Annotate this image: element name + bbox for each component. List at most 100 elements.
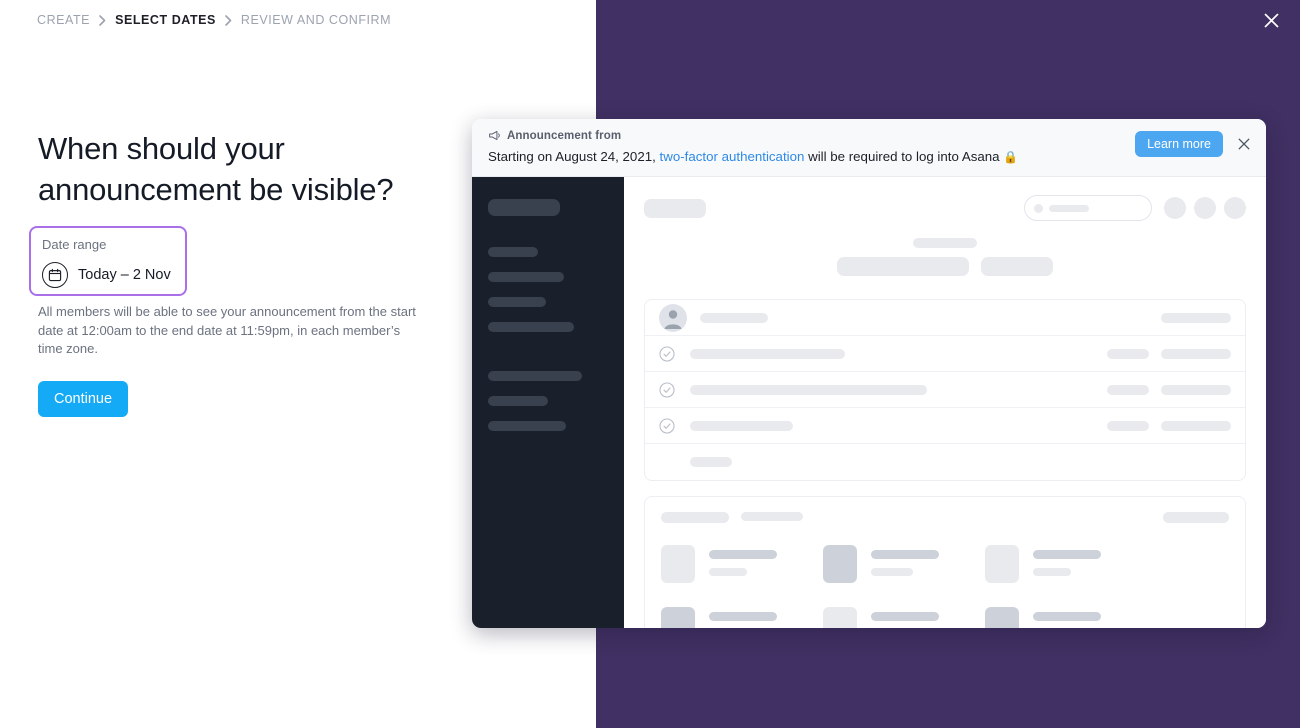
close-icon xyxy=(1264,13,1278,27)
person-icon xyxy=(664,309,682,329)
check-circle-icon[interactable] xyxy=(659,345,675,362)
avatar-skeleton xyxy=(1194,197,1216,219)
board-head-bar xyxy=(661,512,729,523)
announcement-preview-card: Announcement from Starting on August 24,… xyxy=(472,119,1266,628)
task-list-card-skeleton xyxy=(644,299,1246,481)
row-meta-bar xyxy=(1161,420,1231,431)
avatar-skeleton xyxy=(1224,197,1246,219)
board-card-skeleton xyxy=(644,496,1246,628)
check-circle-icon[interactable] xyxy=(659,381,675,398)
board-item-line xyxy=(871,612,939,621)
app-main-skeleton xyxy=(624,177,1266,628)
board-item[interactable] xyxy=(985,545,1101,583)
search-icon xyxy=(1034,203,1043,213)
board-head-action-bar xyxy=(1163,512,1229,523)
board-item[interactable] xyxy=(661,545,777,583)
avatar xyxy=(659,303,687,332)
board-item-thumb xyxy=(985,607,1019,628)
breadcrumb-item-review-and-confirm[interactable]: REVIEW AND CONFIRM xyxy=(241,13,391,27)
row-title-skeleton xyxy=(690,348,845,359)
add-task-skeleton xyxy=(690,457,732,467)
board-item-line xyxy=(1033,568,1071,576)
announcement-from-label: Announcement from xyxy=(507,129,622,142)
board-item-thumb xyxy=(823,607,857,628)
date-range-label: Date range xyxy=(42,237,107,252)
chevron-right-icon xyxy=(99,14,106,26)
dismiss-announcement-button[interactable] xyxy=(1234,134,1254,154)
row-meta-skeleton xyxy=(1107,420,1231,431)
calendar-icon xyxy=(42,262,68,288)
row-meta-bar xyxy=(1107,348,1149,359)
date-range-value: Today – 2 Nov xyxy=(78,267,171,283)
sidebar-skeleton-bar xyxy=(488,371,582,381)
sidebar-skeleton-bar xyxy=(488,272,564,282)
date-range-field[interactable]: Date range Today – 2 Nov xyxy=(29,226,187,296)
row-meta-skeleton xyxy=(1107,384,1231,395)
board-item[interactable] xyxy=(823,607,939,628)
row-meta-bar xyxy=(1161,312,1231,323)
header-bar-skeleton xyxy=(981,257,1053,276)
board-head-skeleton xyxy=(661,512,1229,523)
breadcrumb-item-create[interactable]: CREATE xyxy=(37,13,90,27)
breadcrumb-item-select-dates[interactable]: SELECT DATES xyxy=(115,13,216,27)
screen-root: CREATE SELECT DATES REVIEW AND CONFIRM W… xyxy=(0,0,1300,728)
app-skeleton xyxy=(472,177,1266,628)
row-title-skeleton xyxy=(690,384,927,395)
row-meta-skeleton xyxy=(1161,312,1231,323)
topbar-avatars-skeleton xyxy=(1164,197,1246,219)
app-topbar-skeleton xyxy=(644,195,1246,221)
board-item-line xyxy=(871,550,939,559)
board-item-line xyxy=(709,612,777,621)
continue-button[interactable]: Continue xyxy=(38,381,129,417)
board-item-thumb xyxy=(661,545,695,583)
board-item-thumb xyxy=(661,607,695,628)
announcement-banner-actions: Learn more xyxy=(1135,131,1254,157)
board-head-bar xyxy=(741,512,803,521)
topbar-title-skeleton xyxy=(644,198,706,218)
page-title: When should your announcement be visible… xyxy=(38,131,394,207)
sidebar-skeleton-bar xyxy=(488,199,560,216)
row-meta-bar xyxy=(1107,384,1149,395)
search-input-skeleton[interactable] xyxy=(1024,195,1152,221)
row-meta-bar xyxy=(1161,348,1231,359)
board-item[interactable] xyxy=(985,607,1101,628)
announcement-message-prefix: Starting on August 24, 2021, xyxy=(488,149,660,164)
two-factor-authentication-link[interactable]: two-factor authentication xyxy=(660,149,805,164)
board-item[interactable] xyxy=(661,607,777,628)
board-columns-skeleton-row2 xyxy=(661,607,1229,628)
board-item-thumb xyxy=(823,545,857,583)
board-item[interactable] xyxy=(823,545,939,583)
close-modal-button[interactable] xyxy=(1258,7,1284,33)
search-placeholder-skeleton xyxy=(1049,204,1089,212)
board-item-line xyxy=(709,568,747,576)
row-meta-skeleton xyxy=(1107,348,1231,359)
app-sidebar-skeleton xyxy=(472,177,624,628)
board-item-thumb xyxy=(985,545,1019,583)
board-item-line xyxy=(709,550,777,559)
table-row[interactable] xyxy=(645,408,1245,444)
board-item-line xyxy=(1033,612,1101,621)
header-subtitle-skeleton xyxy=(913,238,977,248)
row-title-skeleton xyxy=(700,312,768,323)
breadcrumb: CREATE SELECT DATES REVIEW AND CONFIRM xyxy=(37,13,391,27)
helper-text: All members will be able to see your ann… xyxy=(38,304,416,356)
chevron-right-icon-2 xyxy=(225,14,232,26)
table-row[interactable] xyxy=(645,336,1245,372)
row-meta-bar xyxy=(1161,384,1231,395)
learn-more-button[interactable]: Learn more xyxy=(1135,131,1223,157)
check-circle-icon[interactable] xyxy=(659,417,675,434)
header-bar-skeleton xyxy=(837,257,969,276)
announcement-banner: Announcement from Starting on August 24,… xyxy=(472,119,1266,177)
row-title-skeleton xyxy=(690,420,793,431)
megaphone-icon xyxy=(489,130,500,141)
header-row-skeleton xyxy=(837,257,1053,276)
table-row[interactable] xyxy=(645,300,1245,336)
sidebar-skeleton-bar xyxy=(488,421,566,431)
sidebar-skeleton-bar xyxy=(488,247,538,257)
avatar-skeleton xyxy=(1164,197,1186,219)
announcement-message-suffix: will be required to log into Asana xyxy=(804,149,1004,164)
close-icon xyxy=(1238,138,1250,150)
table-row-add[interactable] xyxy=(645,444,1245,480)
sidebar-skeleton-bar xyxy=(488,297,546,307)
table-row[interactable] xyxy=(645,372,1245,408)
